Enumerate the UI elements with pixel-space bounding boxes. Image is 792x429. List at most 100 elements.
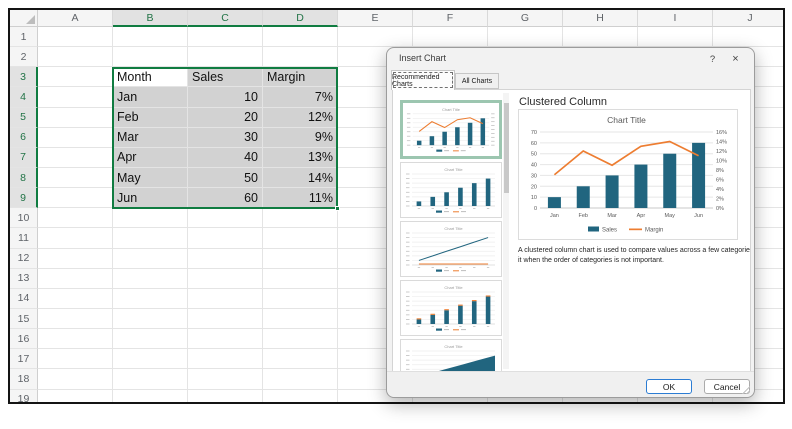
cell-D3[interactable]: Margin: [263, 67, 338, 87]
cell-C18[interactable]: [188, 369, 263, 389]
row-header-3[interactable]: 3: [10, 67, 38, 87]
row-header-2[interactable]: 2: [10, 47, 38, 67]
row-header-16[interactable]: 16: [10, 329, 38, 349]
cell-B8[interactable]: May: [113, 168, 188, 188]
cell-B17[interactable]: [113, 349, 188, 369]
cell-A1[interactable]: [38, 27, 113, 47]
column-header-A[interactable]: A: [38, 10, 113, 27]
cell-C15[interactable]: [188, 309, 263, 329]
cell-C6[interactable]: 30: [188, 128, 263, 148]
cell-D8[interactable]: 14%: [263, 168, 338, 188]
cell-A16[interactable]: [38, 329, 113, 349]
cell-B12[interactable]: [113, 249, 188, 269]
cell-D19[interactable]: [263, 390, 338, 404]
cell-C12[interactable]: [188, 249, 263, 269]
cell-D14[interactable]: [263, 289, 338, 309]
column-header-C[interactable]: C: [188, 10, 263, 27]
cell-C10[interactable]: [188, 208, 263, 228]
row-header-5[interactable]: 5: [10, 108, 38, 128]
cell-A13[interactable]: [38, 269, 113, 289]
cell-B1[interactable]: [113, 27, 188, 47]
cell-A11[interactable]: [38, 228, 113, 248]
cell-B2[interactable]: [113, 47, 188, 67]
cell-D11[interactable]: [263, 228, 338, 248]
row-header-4[interactable]: 4: [10, 87, 38, 107]
scrollbar-thumb[interactable]: [504, 103, 509, 193]
row-header-18[interactable]: 18: [10, 369, 38, 389]
cell-C4[interactable]: 10: [188, 87, 263, 107]
column-header-J[interactable]: J: [713, 10, 785, 27]
cell-D16[interactable]: [263, 329, 338, 349]
cell-B3[interactable]: Month: [113, 67, 188, 87]
chart-thumbnail-stacked[interactable]: Chart Title: [400, 280, 502, 336]
cell-A17[interactable]: [38, 349, 113, 369]
row-header-15[interactable]: 15: [10, 309, 38, 329]
cell-B6[interactable]: Mar: [113, 128, 188, 148]
cell-H1[interactable]: [563, 27, 638, 47]
column-header-B[interactable]: B: [113, 10, 188, 27]
cell-C1[interactable]: [188, 27, 263, 47]
column-header-D[interactable]: D: [263, 10, 338, 27]
row-header-7[interactable]: 7: [10, 148, 38, 168]
cell-C3[interactable]: Sales: [188, 67, 263, 87]
cell-B19[interactable]: [113, 390, 188, 404]
cell-C9[interactable]: 60: [188, 188, 263, 208]
row-header-12[interactable]: 12: [10, 249, 38, 269]
cell-J1[interactable]: [713, 27, 785, 47]
row-header-1[interactable]: 1: [10, 27, 38, 47]
cell-D5[interactable]: 12%: [263, 108, 338, 128]
cell-A2[interactable]: [38, 47, 113, 67]
thumbnail-scrollbar[interactable]: [503, 93, 509, 369]
cell-A4[interactable]: [38, 87, 113, 107]
row-header-13[interactable]: 13: [10, 269, 38, 289]
cell-D6[interactable]: 9%: [263, 128, 338, 148]
select-all-corner[interactable]: [10, 10, 38, 27]
cell-A7[interactable]: [38, 148, 113, 168]
cell-A8[interactable]: [38, 168, 113, 188]
cell-C17[interactable]: [188, 349, 263, 369]
cell-A15[interactable]: [38, 309, 113, 329]
cell-B13[interactable]: [113, 269, 188, 289]
resize-grip[interactable]: [742, 386, 750, 394]
row-header-10[interactable]: 10: [10, 208, 38, 228]
tab-all-charts[interactable]: All Charts: [455, 73, 499, 89]
cell-F1[interactable]: [413, 27, 488, 47]
column-header-I[interactable]: I: [638, 10, 713, 27]
row-header-6[interactable]: 6: [10, 128, 38, 148]
chart-thumbnail-area[interactable]: Chart Title: [400, 339, 502, 373]
cell-D2[interactable]: [263, 47, 338, 67]
row-header-11[interactable]: 11: [10, 228, 38, 248]
row-header-19[interactable]: 19: [10, 390, 38, 404]
row-header-14[interactable]: 14: [10, 289, 38, 309]
cell-C14[interactable]: [188, 289, 263, 309]
cell-B14[interactable]: [113, 289, 188, 309]
cell-C19[interactable]: [188, 390, 263, 404]
row-header-8[interactable]: 8: [10, 168, 38, 188]
cell-B5[interactable]: Feb: [113, 108, 188, 128]
cell-D1[interactable]: [263, 27, 338, 47]
row-header-17[interactable]: 17: [10, 349, 38, 369]
cell-C2[interactable]: [188, 47, 263, 67]
cell-A19[interactable]: [38, 390, 113, 404]
cell-D7[interactable]: 13%: [263, 148, 338, 168]
cell-D17[interactable]: [263, 349, 338, 369]
cell-C11[interactable]: [188, 228, 263, 248]
help-icon[interactable]: ?: [705, 52, 720, 66]
cell-A14[interactable]: [38, 289, 113, 309]
chart-thumbnail-bar[interactable]: Chart Title: [400, 162, 502, 218]
cell-B16[interactable]: [113, 329, 188, 349]
column-header-E[interactable]: E: [338, 10, 413, 27]
cell-D9[interactable]: 11%: [263, 188, 338, 208]
cell-A5[interactable]: [38, 108, 113, 128]
cell-B4[interactable]: Jan: [113, 87, 188, 107]
column-header-F[interactable]: F: [413, 10, 488, 27]
cell-D15[interactable]: [263, 309, 338, 329]
cell-D4[interactable]: 7%: [263, 87, 338, 107]
cell-I1[interactable]: [638, 27, 713, 47]
tab-recommended-charts[interactable]: Recommended Charts: [391, 70, 455, 90]
cell-B10[interactable]: [113, 208, 188, 228]
cell-D10[interactable]: [263, 208, 338, 228]
cell-C5[interactable]: 20: [188, 108, 263, 128]
column-header-H[interactable]: H: [563, 10, 638, 27]
cell-E1[interactable]: [338, 27, 413, 47]
